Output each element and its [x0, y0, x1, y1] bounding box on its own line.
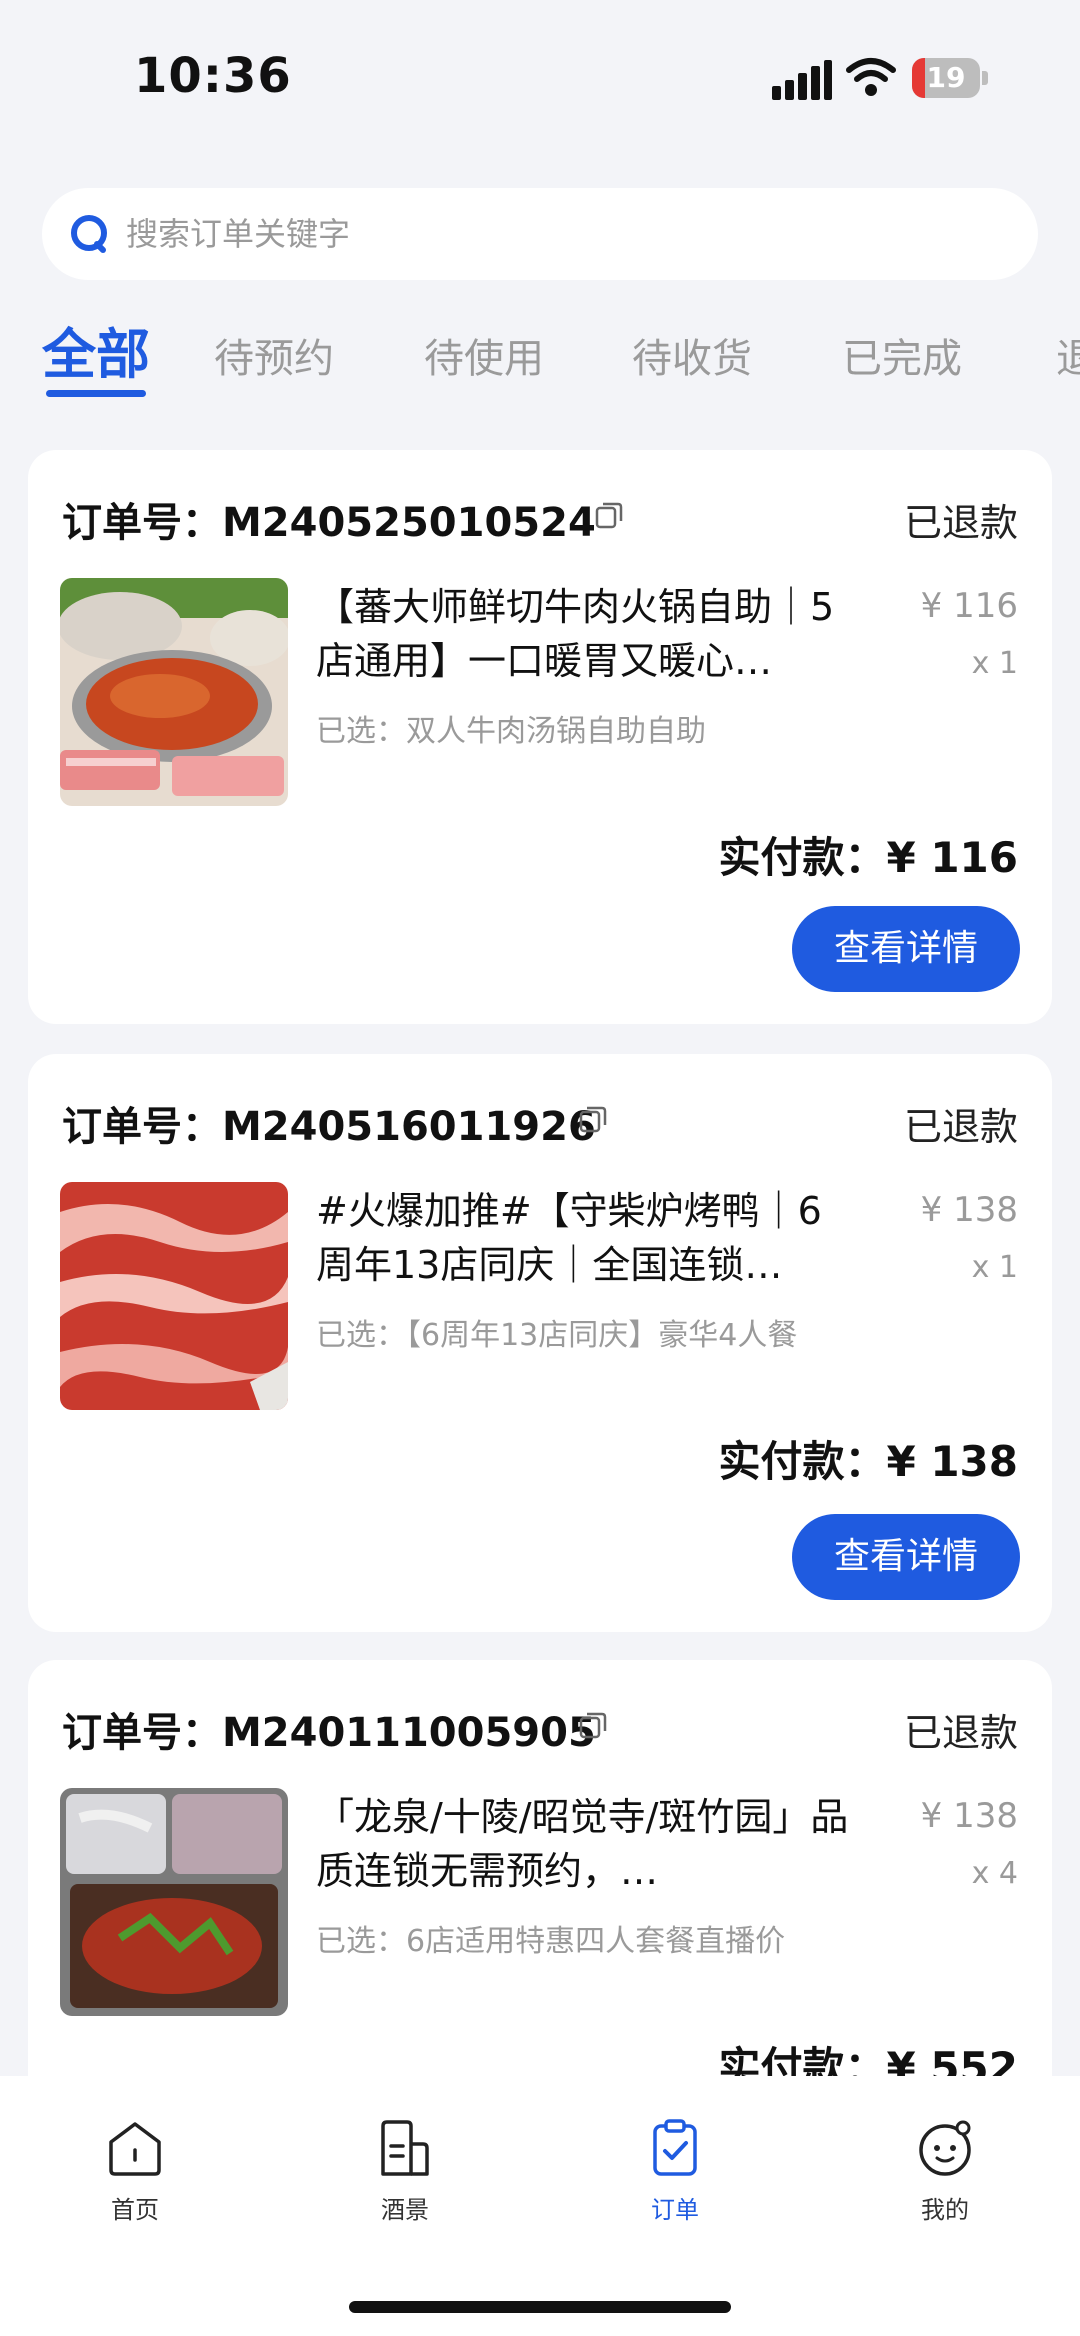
nav-label: 我的: [921, 2196, 969, 2224]
selected-spec: 已选：双人牛肉汤锅自助自助: [316, 714, 706, 749]
quantity: x 4: [971, 1856, 1018, 1891]
active-tab-indicator: [46, 390, 146, 397]
building-icon: [381, 2120, 429, 2176]
order-status: 已退款: [903, 1105, 1018, 1149]
unit-price: ¥ 138: [920, 1190, 1018, 1230]
nav-orders[interactable]: 订单: [605, 2116, 745, 2225]
paid-amount: 实付款：¥ 138: [718, 1437, 1018, 1486]
tab-refund[interactable]: 退: [1056, 326, 1080, 384]
paid-amount: 实付款：¥ 116: [718, 833, 1018, 882]
selected-spec: 已选：【6周年13店同庆】豪华4人餐: [316, 1318, 798, 1353]
nav-home[interactable]: 首页: [65, 2116, 205, 2225]
order-card[interactable]: 订单号：M240111005905 已退款 「龙泉/十陵/昭觉寺/斑竹园」品质连…: [28, 1660, 1052, 2100]
product-title: 「龙泉/十陵/昭觉寺/斑竹园」品质连锁无需预约，…: [316, 1795, 849, 1893]
selected-spec: 已选：6店适用特惠四人套餐直播价: [316, 1924, 786, 1959]
tab-pending-use[interactable]: 待使用: [424, 326, 544, 384]
product-thumbnail[interactable]: [60, 1182, 288, 1410]
order-card[interactable]: 订单号：M240525010524 已退款 【蕃大师鲜切牛肉火锅自助｜5店通用】…: [28, 450, 1052, 1024]
order-status: 已退款: [903, 1711, 1018, 1755]
tab-pending-booking[interactable]: 待预约: [214, 326, 334, 384]
status-time: 10:36: [134, 48, 292, 104]
bottom-nav: 首页 酒景 订单 我的: [0, 2076, 1080, 2336]
search-bar[interactable]: 搜索订单关键字: [42, 188, 1038, 280]
copy-icon[interactable]: [594, 500, 624, 530]
order-number: 订单号：M240111005905: [62, 1710, 596, 1756]
tab-all[interactable]: 全部: [42, 318, 150, 389]
battery-percent: 19: [926, 61, 966, 94]
search-input[interactable]: 搜索订单关键字: [126, 188, 350, 280]
wifi-icon: [846, 58, 896, 96]
clipboard-check-icon: [653, 2119, 697, 2176]
view-details-button[interactable]: 查看详情: [792, 1514, 1020, 1600]
copy-icon[interactable]: [578, 1710, 608, 1740]
product-thumbnail[interactable]: [60, 578, 288, 806]
unit-price: ¥ 116: [920, 586, 1018, 626]
nav-label: 酒景: [381, 2196, 429, 2224]
status-bar: 10:36 19: [0, 0, 1080, 150]
quantity: x 1: [971, 646, 1018, 681]
unit-price: ¥ 138: [920, 1796, 1018, 1836]
copy-icon[interactable]: [578, 1104, 608, 1134]
battery-icon: 19: [912, 58, 988, 98]
product-title: 【蕃大师鲜切牛肉火锅自助｜5店通用】一口暖胃又暖心…: [316, 585, 835, 683]
product-title: #火爆加推#【守柴炉烤鸭｜6周年13店同庆｜全国连锁…: [316, 1189, 822, 1287]
face-icon: [919, 2120, 971, 2176]
nav-destinations[interactable]: 酒景: [335, 2116, 475, 2225]
nav-profile[interactable]: 我的: [875, 2116, 1015, 2225]
nav-label: 首页: [111, 2196, 159, 2224]
view-details-button[interactable]: 查看详情: [792, 906, 1020, 992]
tab-pending-receipt[interactable]: 待收货: [632, 326, 752, 384]
order-number: 订单号：M240525010524: [62, 500, 596, 546]
order-status: 已退款: [903, 501, 1018, 545]
home-indicator: [349, 2301, 731, 2313]
order-card[interactable]: 订单号：M240516011926 已退款 #火爆加推#【守柴炉烤鸭｜6周年13…: [28, 1054, 1052, 1632]
order-number: 订单号：M240516011926: [62, 1104, 596, 1150]
quantity: x 1: [971, 1250, 1018, 1285]
product-thumbnail[interactable]: [60, 1788, 288, 2016]
home-icon: [109, 2122, 161, 2176]
tab-completed[interactable]: 已完成: [842, 326, 962, 384]
nav-label: 订单: [651, 2196, 699, 2224]
signal-icon: [772, 60, 832, 100]
search-icon: [71, 215, 107, 253]
order-tabs: 全部 待预约 待使用 待收货 已完成 退: [0, 318, 1080, 408]
